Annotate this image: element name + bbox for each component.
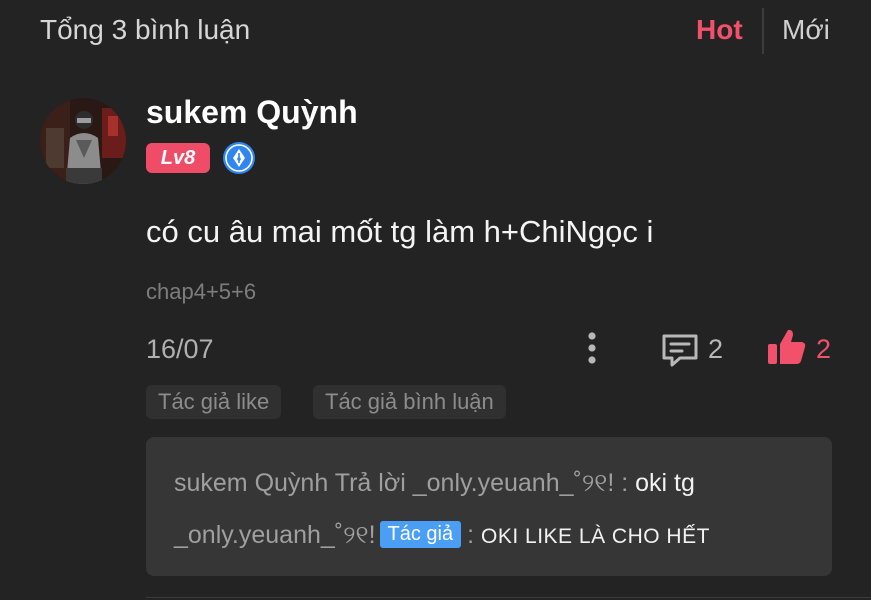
reply-button[interactable] — [660, 330, 700, 370]
reply-content: OKI LIKE LÀ CHO HẾT — [481, 525, 710, 548]
reply-separator: : — [621, 469, 629, 497]
replies-box[interactable]: sukem Quỳnh Trả lời _only.yeuanh_˚୨୧! : … — [146, 437, 832, 576]
sort-divider — [762, 8, 764, 54]
sort-hot-tab[interactable]: Hot — [696, 14, 743, 46]
level-badge: Lv8 — [146, 143, 210, 173]
chapter-tag: chap4+5+6 — [146, 279, 257, 304]
author-badge: Tác giả — [379, 521, 462, 548]
reply-content: oki tg — [635, 469, 695, 497]
more-options-button[interactable] — [580, 330, 604, 366]
more-vertical-icon — [588, 332, 596, 364]
reply-author[interactable]: sukem Quỳnh — [174, 469, 328, 497]
reply-separator: : — [467, 521, 475, 549]
reply-item[interactable]: sukem Quỳnh Trả lời _only.yeuanh_˚୨୧! : … — [174, 469, 695, 498]
divider — [146, 597, 871, 598]
like-count: 2 — [816, 334, 832, 364]
comment-text: có cu âu mai mốt tg làm h+ChiNgọc i — [146, 214, 654, 249]
comment-icon — [662, 334, 698, 367]
sort-new-tab[interactable]: Mới — [782, 14, 830, 46]
avatar[interactable] — [40, 98, 126, 184]
comment-total-label: Tổng 3 bình luận — [40, 14, 251, 45]
comments-header: Tổng 3 bình luận Hot Mới — [0, 0, 871, 62]
pen-nib-badge-icon — [222, 141, 256, 175]
author-commented-chip: Tác giả bình luận — [313, 385, 506, 419]
like-button[interactable] — [766, 326, 808, 368]
comment-username[interactable]: sukem Quỳnh — [146, 94, 358, 131]
reply-author[interactable]: _only.yeuanh_˚୨୧! — [174, 521, 376, 549]
comment-date: 16/07 — [146, 334, 214, 364]
reply-count: 2 — [708, 334, 724, 364]
reply-item[interactable]: _only.yeuanh_˚୨୧! Tác giả: OKI LIKE LÀ CH… — [174, 521, 710, 550]
avatar-image — [40, 98, 126, 184]
author-liked-chip: Tác giả like — [146, 385, 282, 419]
reply-action-label: Trả lời — [334, 469, 406, 497]
reply-target[interactable]: _only.yeuanh_˚୨୧! — [413, 469, 615, 497]
thumbs-up-icon — [768, 329, 806, 364]
